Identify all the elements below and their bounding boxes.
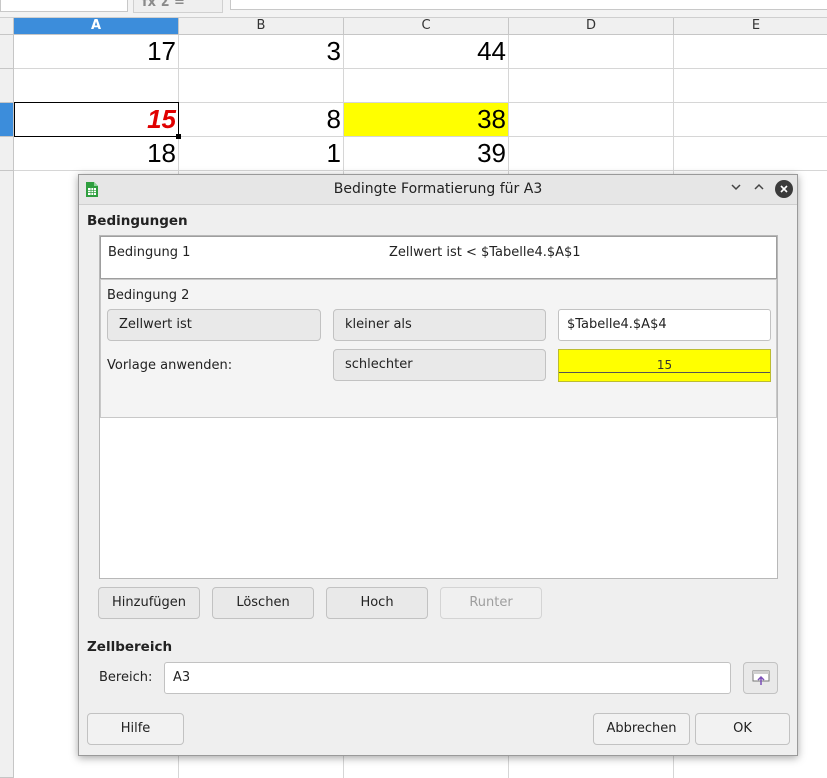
range-label: Bereich: bbox=[99, 670, 153, 685]
condition-2-label: Bedingung 2 bbox=[107, 288, 190, 303]
cell-c3[interactable]: 38 bbox=[344, 103, 508, 136]
cell-b1[interactable]: 3 bbox=[179, 35, 343, 68]
shrink-range-button[interactable] bbox=[743, 662, 778, 694]
shrink-icon bbox=[752, 670, 769, 685]
dialog-title: Bedingte Formatierung für A3 bbox=[333, 181, 543, 197]
column-header-e[interactable]: E bbox=[674, 18, 827, 35]
formula-bar: fx Σ = bbox=[0, 0, 827, 18]
function-wizard-buttons[interactable]: fx Σ = bbox=[133, 0, 223, 13]
row-headers-rest[interactable] bbox=[0, 171, 14, 778]
condition-1-description: Zellwert ist < $Tabelle4.$A$1 bbox=[389, 245, 581, 260]
sheet-corner[interactable] bbox=[0, 18, 14, 35]
cell-a4[interactable]: 18 bbox=[14, 137, 178, 170]
maximize-icon[interactable] bbox=[750, 180, 768, 198]
cell-b3[interactable]: 8 bbox=[179, 103, 343, 136]
help-button[interactable]: Hilfe bbox=[87, 713, 184, 745]
dialog-titlebar[interactable]: Bedingte Formatierung für A3 bbox=[79, 175, 797, 205]
move-up-button[interactable]: Hoch bbox=[326, 587, 428, 619]
name-box[interactable] bbox=[0, 0, 128, 12]
formula-input[interactable] bbox=[230, 0, 827, 10]
row-header-3[interactable] bbox=[0, 103, 14, 137]
apply-style-label: Vorlage anwenden: bbox=[107, 358, 233, 373]
cell-c1[interactable]: 44 bbox=[344, 35, 508, 68]
move-down-button[interactable]: Runter bbox=[440, 587, 542, 619]
column-header-d[interactable]: D bbox=[509, 18, 674, 35]
column-header-b[interactable]: B bbox=[179, 18, 344, 35]
ok-button[interactable]: OK bbox=[695, 713, 790, 745]
row-header-1[interactable] bbox=[0, 35, 14, 69]
style-dropdown[interactable]: schlechter bbox=[333, 349, 546, 381]
column-header-a[interactable]: A bbox=[14, 18, 179, 35]
style-preview: 15 bbox=[558, 349, 771, 382]
row-header-4[interactable] bbox=[0, 137, 14, 171]
minimize-icon[interactable] bbox=[727, 180, 745, 198]
delete-button[interactable]: Löschen bbox=[212, 587, 314, 619]
row-header-2[interactable] bbox=[0, 69, 14, 103]
grid-line bbox=[14, 170, 827, 171]
cell-range-section-label: Zellbereich bbox=[87, 639, 173, 655]
add-button[interactable]: Hinzufügen bbox=[98, 587, 200, 619]
condition-2-row[interactable]: Bedingung 2 Zellwert ist kleiner als $Ta… bbox=[100, 279, 777, 418]
conditions-list[interactable]: Bedingung 1 Zellwert ist < $Tabelle4.$A$… bbox=[99, 235, 778, 579]
cancel-button[interactable]: Abbrechen bbox=[593, 713, 690, 745]
fill-handle[interactable] bbox=[176, 134, 181, 139]
condition-type-dropdown[interactable]: Zellwert ist bbox=[107, 309, 321, 341]
condition-1-label: Bedingung 1 bbox=[108, 245, 191, 260]
condition-1-row[interactable]: Bedingung 1 Zellwert ist < $Tabelle4.$A$… bbox=[100, 236, 777, 279]
preview-underline bbox=[559, 372, 770, 373]
conditional-formatting-dialog: Bedingte Formatierung für A3 Bedingungen… bbox=[78, 174, 798, 756]
close-icon[interactable] bbox=[775, 180, 793, 198]
conditions-section-label: Bedingungen bbox=[87, 213, 188, 229]
cell-cursor bbox=[14, 102, 181, 139]
cell-a1[interactable]: 17 bbox=[14, 35, 178, 68]
operator-dropdown[interactable]: kleiner als bbox=[333, 309, 546, 341]
grid-line bbox=[14, 68, 827, 69]
preview-text: 15 bbox=[655, 358, 674, 372]
column-header-c[interactable]: C bbox=[344, 18, 509, 35]
condition-value-input[interactable]: $Tabelle4.$A$4 bbox=[558, 309, 771, 341]
range-input[interactable]: A3 bbox=[164, 662, 731, 694]
cell-b4[interactable]: 1 bbox=[179, 137, 343, 170]
cell-c4[interactable]: 39 bbox=[344, 137, 508, 170]
